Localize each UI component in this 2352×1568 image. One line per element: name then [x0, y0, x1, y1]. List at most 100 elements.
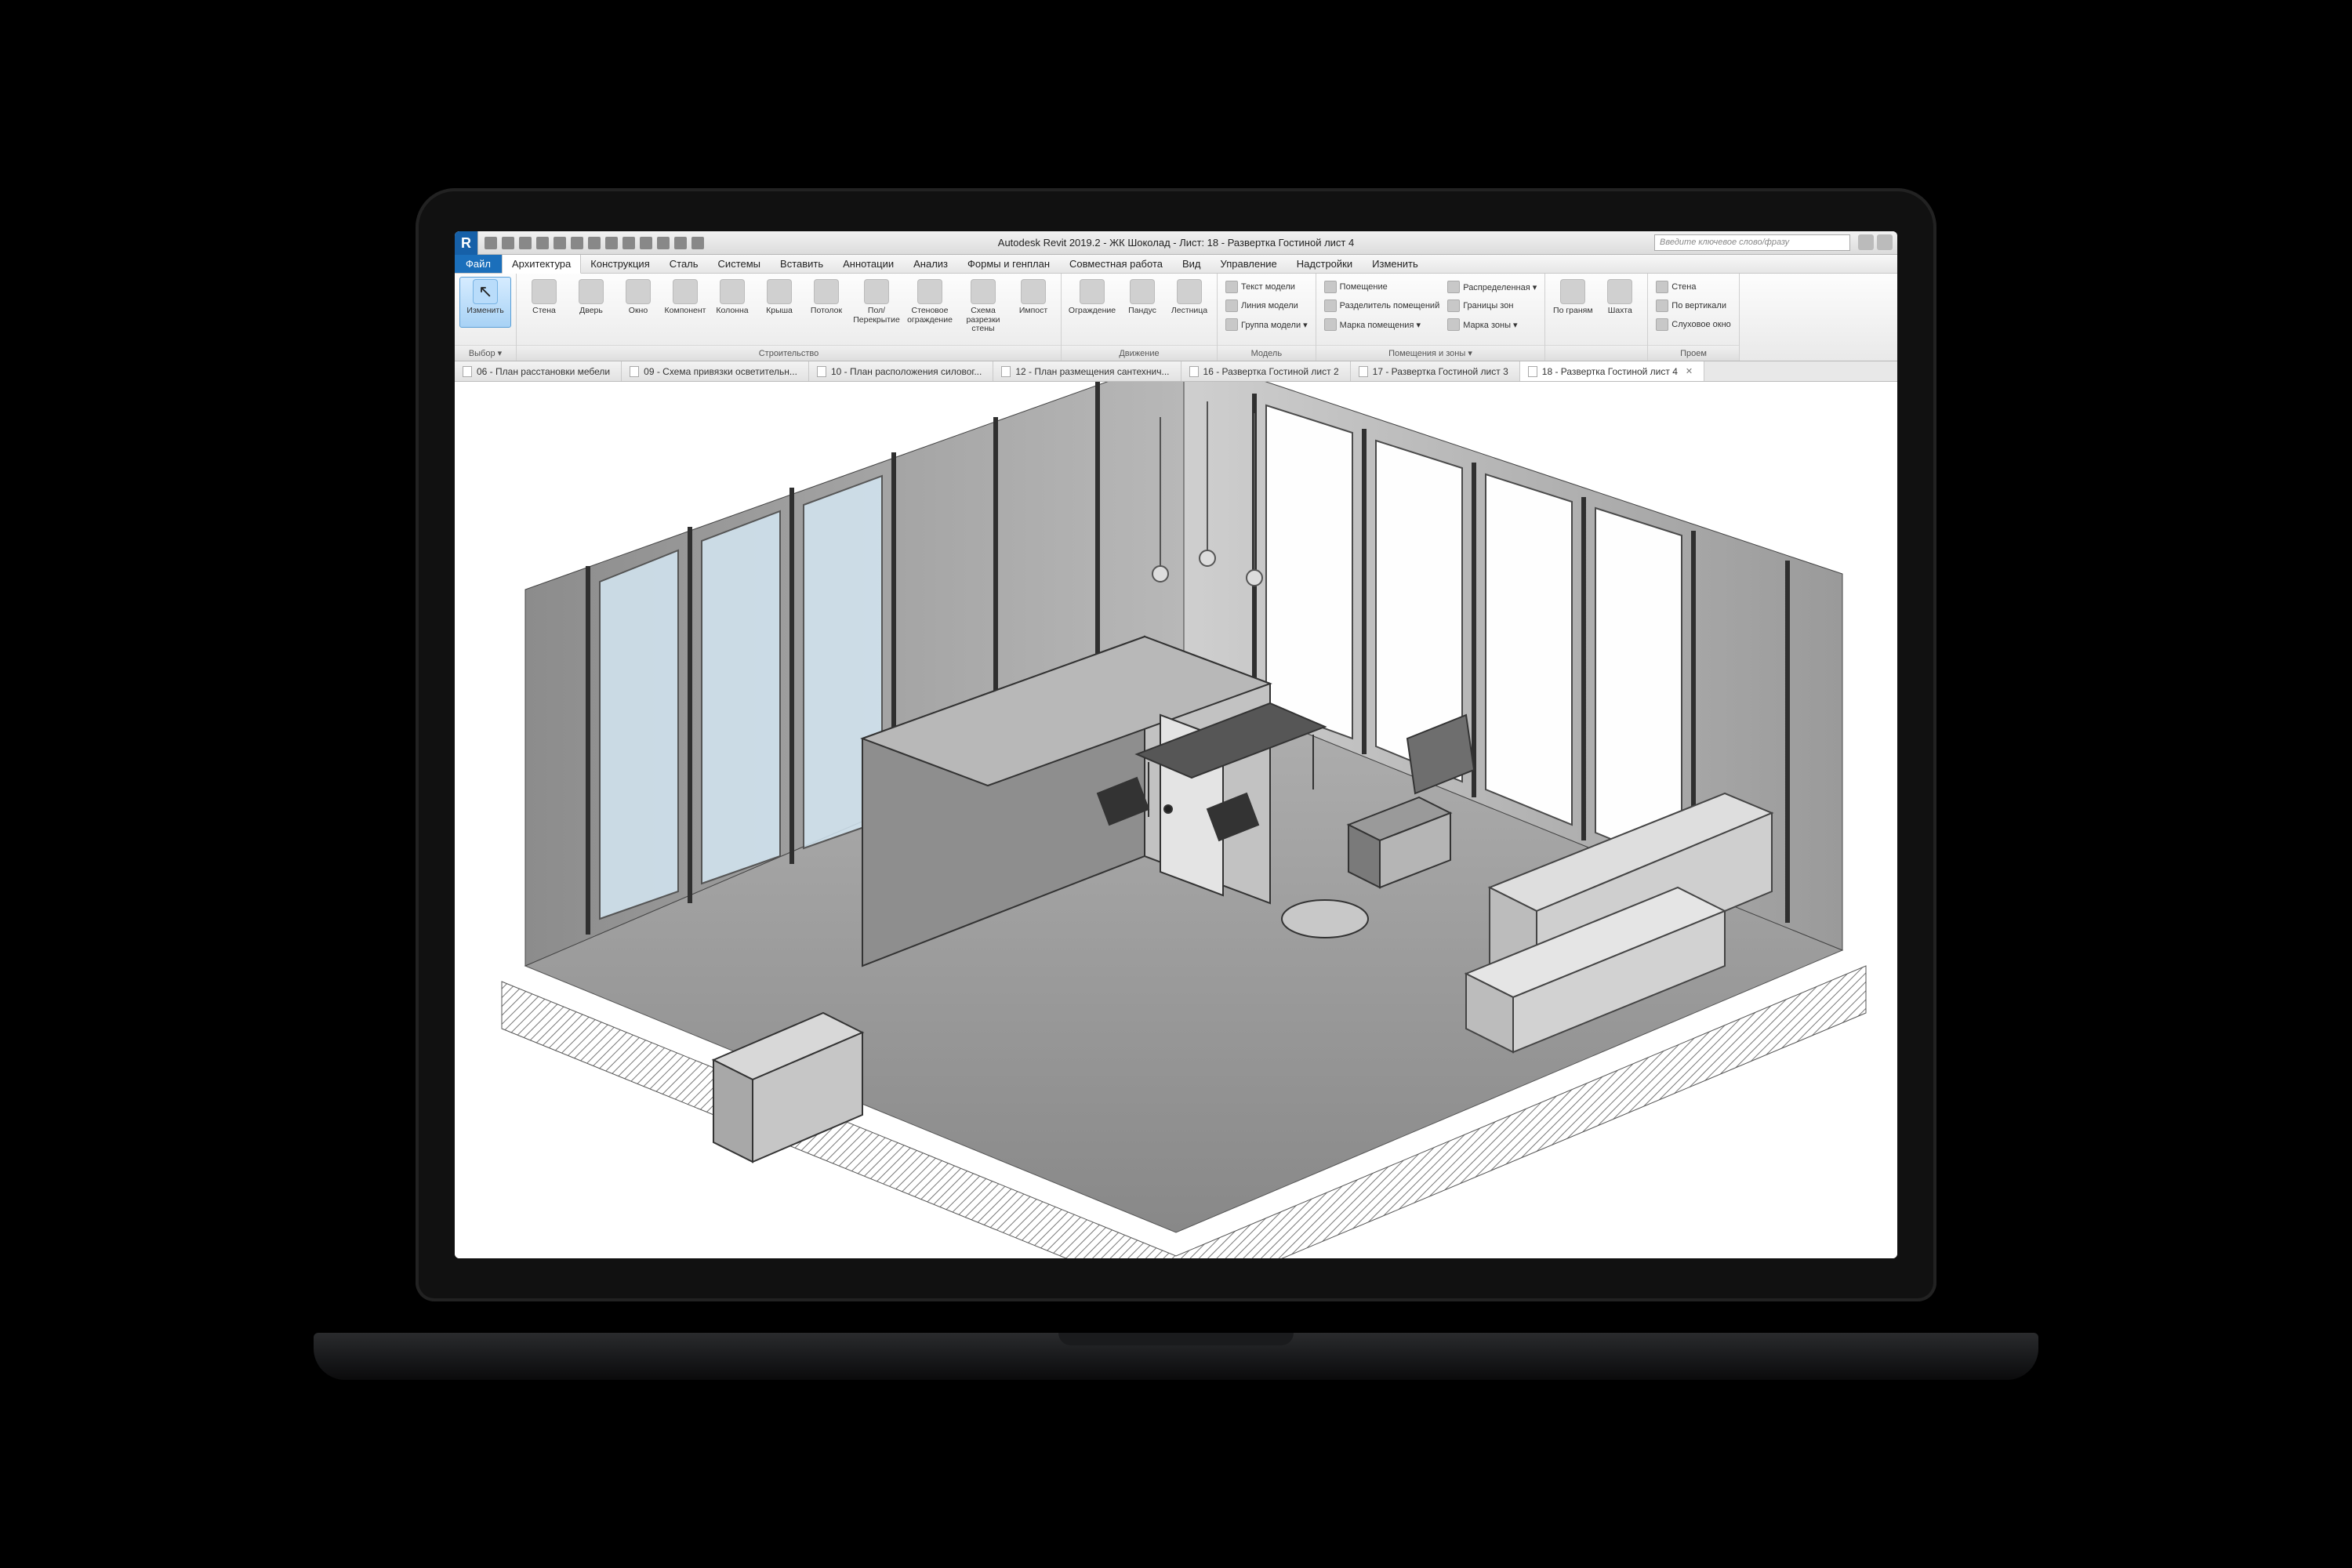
column-label: Колонна: [716, 307, 748, 325]
stair-button[interactable]: Лестница: [1167, 277, 1212, 328]
tab-modify[interactable]: Изменить: [1363, 255, 1428, 273]
doc-tab-label: 12 - План размещения сантехнич...: [1015, 366, 1169, 377]
tab-steel[interactable]: Сталь: [660, 255, 709, 273]
panel-rooms-label[interactable]: Помещения и зоны ▾: [1316, 345, 1545, 361]
panel-opening-a: По граням Шахта: [1545, 274, 1648, 361]
floor-button[interactable]: Пол/Перекрытие: [851, 277, 902, 328]
qat-open-icon[interactable]: [485, 237, 497, 249]
curtain-wall-button[interactable]: Стеновое ограждение: [904, 277, 956, 328]
qat-measure-icon[interactable]: [571, 237, 583, 249]
qat-undo-icon[interactable]: [519, 237, 532, 249]
qat-print-icon[interactable]: [554, 237, 566, 249]
window-button[interactable]: Окно: [615, 277, 661, 328]
doc-tab-label: 17 - Развертка Гостиной лист 3: [1373, 366, 1508, 377]
model-text-button[interactable]: Текст модели: [1225, 278, 1308, 296]
room-tag-button[interactable]: Марка помещения ▾: [1324, 316, 1440, 333]
qat-thin-icon[interactable]: [657, 237, 670, 249]
column-button[interactable]: Колонна: [710, 277, 755, 328]
panel-select-label[interactable]: Выбор ▾: [455, 345, 516, 361]
doc-tab-16[interactable]: 16 - Развертка Гостиной лист 2: [1181, 361, 1351, 381]
favorite-icon[interactable]: [1877, 234, 1893, 250]
mullion-button[interactable]: Импост: [1011, 277, 1056, 328]
ramp-button[interactable]: Пандус: [1120, 277, 1165, 328]
shaft-button[interactable]: Шахта: [1597, 277, 1642, 328]
sign-in-icon[interactable]: [1858, 234, 1874, 250]
sheet-icon: [1001, 366, 1011, 377]
area-bound-button[interactable]: Границы зон: [1447, 297, 1537, 314]
tab-massing[interactable]: Формы и генплан: [958, 255, 1060, 273]
wall-label: Стена: [532, 307, 556, 325]
tab-annotate[interactable]: Аннотации: [833, 255, 904, 273]
vertical-opening-button[interactable]: По вертикали: [1656, 297, 1731, 314]
qat-close-icon[interactable]: [674, 237, 687, 249]
tab-manage[interactable]: Управление: [1211, 255, 1287, 273]
doc-tab-09[interactable]: 09 - Схема привязки осветительн...: [622, 361, 809, 381]
roof-button[interactable]: Крыша: [757, 277, 802, 328]
doc-tab-label: 18 - Развертка Гостиной лист 4: [1542, 366, 1678, 377]
area-tag-icon: [1447, 318, 1460, 331]
dormer-button[interactable]: Слуховое окно: [1656, 316, 1731, 333]
byface-button[interactable]: По граням: [1550, 277, 1595, 328]
area-button[interactable]: Распределенная ▾: [1447, 278, 1537, 296]
room-tag-label: Марка помещения ▾: [1340, 320, 1421, 330]
ceiling-button[interactable]: Потолок: [804, 277, 849, 328]
area-bound-icon: [1447, 299, 1460, 312]
model-group-button[interactable]: Группа модели ▾: [1225, 316, 1308, 333]
panel-build: Стена Дверь Окно Компонент Колонна Крыша…: [517, 274, 1062, 361]
qat-switch-icon[interactable]: [691, 237, 704, 249]
area-tag-button[interactable]: Марка зоны ▾: [1447, 316, 1537, 333]
wall-icon: [532, 279, 557, 304]
modify-label: Изменить: [466, 307, 503, 325]
tab-systems[interactable]: Системы: [709, 255, 771, 273]
file-menu[interactable]: Файл: [455, 255, 502, 273]
close-tab-icon[interactable]: ✕: [1686, 366, 1693, 376]
stair-icon: [1177, 279, 1202, 304]
railing-button[interactable]: Ограждение: [1066, 277, 1118, 328]
model-line-button[interactable]: Линия модели: [1225, 297, 1308, 314]
room-button[interactable]: Помещение: [1324, 278, 1440, 296]
qat-save-icon[interactable]: [502, 237, 514, 249]
doc-tab-06[interactable]: 06 - План расстановки мебели: [455, 361, 622, 381]
doc-tab-10[interactable]: 10 - План расположения силовог...: [809, 361, 993, 381]
qat-dim-icon[interactable]: [588, 237, 601, 249]
component-button[interactable]: Компонент: [662, 277, 708, 328]
modify-button[interactable]: Изменить: [459, 277, 511, 328]
qat-redo-icon[interactable]: [536, 237, 549, 249]
room-sep-button[interactable]: Разделитель помещений: [1324, 297, 1440, 314]
tab-addins[interactable]: Надстройки: [1287, 255, 1363, 273]
panel-opening-b-label: Проем: [1648, 345, 1739, 361]
panel-model: Текст модели Линия модели Группа модели …: [1218, 274, 1316, 361]
doc-tab-18[interactable]: 18 - Развертка Гостиной лист 4 ✕: [1520, 361, 1704, 381]
app-logo[interactable]: R: [455, 231, 478, 255]
sheet-icon: [1189, 366, 1199, 377]
tab-collab[interactable]: Совместная работа: [1060, 255, 1173, 273]
doc-tab-label: 16 - Развертка Гостиной лист 2: [1203, 366, 1339, 377]
byface-icon: [1560, 279, 1585, 304]
model-group-label: Группа модели ▾: [1241, 320, 1308, 330]
qat-text-icon[interactable]: [605, 237, 618, 249]
wall-button[interactable]: Стена: [521, 277, 567, 328]
door-button[interactable]: Дверь: [568, 277, 614, 328]
curtain-grid-button[interactable]: Схема разрезки стены: [957, 277, 1009, 336]
panel-opening-b: Стена По вертикали Слуховое окно Проем: [1648, 274, 1740, 361]
title-right-icons: [1858, 234, 1893, 250]
tab-insert[interactable]: Вставить: [771, 255, 833, 273]
drawing-viewport[interactable]: [455, 382, 1897, 1258]
wall-opening-button[interactable]: Стена: [1656, 278, 1731, 296]
curtain-wall-label: Стеновое ограждение: [906, 307, 953, 325]
doc-tab-17[interactable]: 17 - Развертка Гостиной лист 3: [1351, 361, 1520, 381]
wall-opening-label: Стена: [1671, 282, 1696, 292]
infocenter-search[interactable]: Введите ключевое слово/фразу: [1654, 234, 1850, 251]
vertical-opening-icon: [1656, 299, 1668, 312]
tab-view[interactable]: Вид: [1173, 255, 1211, 273]
tab-analyze[interactable]: Анализ: [904, 255, 958, 273]
model-line-icon: [1225, 299, 1238, 312]
qat-section-icon[interactable]: [640, 237, 652, 249]
qat-3d-icon[interactable]: [622, 237, 635, 249]
tab-structure[interactable]: Конструкция: [581, 255, 659, 273]
ramp-icon: [1130, 279, 1155, 304]
door-label: Дверь: [579, 307, 603, 325]
tab-architecture[interactable]: Архитектура: [502, 255, 581, 274]
doc-tab-12[interactable]: 12 - План размещения сантехнич...: [993, 361, 1181, 381]
doc-tab-label: 09 - Схема привязки осветительн...: [644, 366, 797, 377]
